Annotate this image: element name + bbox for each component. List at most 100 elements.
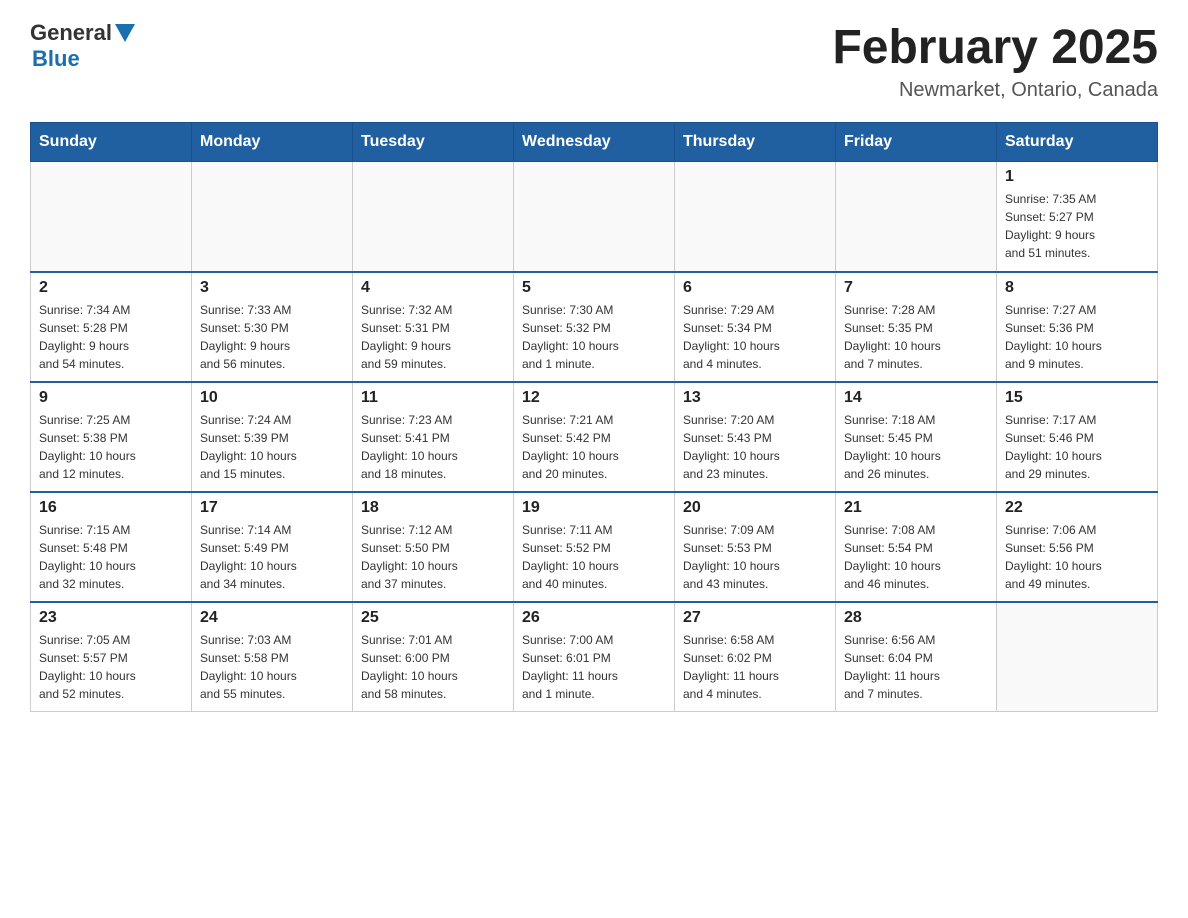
calendar-cell (353, 162, 514, 272)
calendar-cell: 21 Sunrise: 7:08 AM Sunset: 5:54 PM Dayli… (836, 492, 997, 602)
calendar-cell (836, 162, 997, 272)
calendar-cell (675, 162, 836, 272)
calendar-cell: 19 Sunrise: 7:11 AM Sunset: 5:52 PM Dayli… (514, 492, 675, 602)
calendar-cell: 25 Sunrise: 7:01 AM Sunset: 6:00 PM Dayli… (353, 602, 514, 712)
calendar-cell: 27 Sunrise: 6:58 AM Sunset: 6:02 PM Dayli… (675, 602, 836, 712)
calendar-cell: 7 Sunrise: 7:28 AM Sunset: 5:35 PM Daylig… (836, 272, 997, 382)
calendar-cell: 3Sunrise: 7:33 AM Sunset: 5:30 PM Daylig… (192, 272, 353, 382)
day-info: Sunrise: 7:06 AM Sunset: 5:56 PM Dayligh… (1005, 521, 1149, 593)
day-number: 27 (683, 609, 827, 627)
day-number: 6 (683, 279, 827, 297)
day-number: 8 (1005, 279, 1149, 297)
day-info: Sunrise: 7:21 AM Sunset: 5:42 PM Dayligh… (522, 411, 666, 483)
page-header: General Blue February 2025 Newmarket, On… (30, 20, 1158, 102)
calendar-cell (192, 162, 353, 272)
calendar-cell: 12 Sunrise: 7:21 AM Sunset: 5:42 PM Dayli… (514, 382, 675, 492)
calendar-week-row: 1Sunrise: 7:35 AM Sunset: 5:27 PM Daylig… (31, 162, 1158, 272)
calendar-cell: 18 Sunrise: 7:12 AM Sunset: 5:50 PM Dayli… (353, 492, 514, 602)
day-info: Sunrise: 7:01 AM Sunset: 6:00 PM Dayligh… (361, 631, 505, 703)
day-number: 25 (361, 609, 505, 627)
calendar-cell: 13 Sunrise: 7:20 AM Sunset: 5:43 PM Dayli… (675, 382, 836, 492)
day-number: 2 (39, 279, 183, 297)
location-text: Newmarket, Ontario, Canada (832, 79, 1158, 102)
day-number: 21 (844, 499, 988, 517)
calendar-cell: 8 Sunrise: 7:27 AM Sunset: 5:36 PM Daylig… (997, 272, 1158, 382)
calendar-header-row: SundayMondayTuesdayWednesdayThursdayFrid… (31, 123, 1158, 162)
calendar-cell: 6Sunrise: 7:29 AM Sunset: 5:34 PM Daylig… (675, 272, 836, 382)
logo-general-text: General (30, 20, 112, 46)
day-info: Sunrise: 7:15 AM Sunset: 5:48 PM Dayligh… (39, 521, 183, 593)
calendar-day-header: Wednesday (514, 123, 675, 162)
day-number: 15 (1005, 389, 1149, 407)
calendar-day-header: Sunday (31, 123, 192, 162)
day-info: Sunrise: 7:00 AM Sunset: 6:01 PM Dayligh… (522, 631, 666, 703)
calendar-cell: 5 Sunrise: 7:30 AM Sunset: 5:32 PM Daylig… (514, 272, 675, 382)
day-info: Sunrise: 7:20 AM Sunset: 5:43 PM Dayligh… (683, 411, 827, 483)
calendar-cell: 4Sunrise: 7:32 AM Sunset: 5:31 PM Daylig… (353, 272, 514, 382)
calendar-day-header: Saturday (997, 123, 1158, 162)
day-number: 26 (522, 609, 666, 627)
day-number: 24 (200, 609, 344, 627)
day-info: Sunrise: 7:09 AM Sunset: 5:53 PM Dayligh… (683, 521, 827, 593)
month-title: February 2025 (832, 20, 1158, 75)
day-info: Sunrise: 7:34 AM Sunset: 5:28 PM Dayligh… (39, 301, 183, 373)
calendar-cell: 9 Sunrise: 7:25 AM Sunset: 5:38 PM Daylig… (31, 382, 192, 492)
day-number: 23 (39, 609, 183, 627)
calendar-cell: 28 Sunrise: 6:56 AM Sunset: 6:04 PM Dayli… (836, 602, 997, 712)
logo-arrow-icon (115, 24, 135, 44)
calendar-cell: 10 Sunrise: 7:24 AM Sunset: 5:39 PM Dayli… (192, 382, 353, 492)
day-info: Sunrise: 7:24 AM Sunset: 5:39 PM Dayligh… (200, 411, 344, 483)
calendar-cell: 16 Sunrise: 7:15 AM Sunset: 5:48 PM Dayli… (31, 492, 192, 602)
day-number: 22 (1005, 499, 1149, 517)
title-section: February 2025 Newmarket, Ontario, Canada (832, 20, 1158, 102)
day-number: 11 (361, 389, 505, 407)
calendar-cell: 23 Sunrise: 7:05 AM Sunset: 5:57 PM Dayli… (31, 602, 192, 712)
day-number: 12 (522, 389, 666, 407)
calendar-cell: 17 Sunrise: 7:14 AM Sunset: 5:49 PM Dayli… (192, 492, 353, 602)
calendar-cell: 1Sunrise: 7:35 AM Sunset: 5:27 PM Daylig… (997, 162, 1158, 272)
day-number: 17 (200, 499, 344, 517)
day-number: 10 (200, 389, 344, 407)
day-number: 18 (361, 499, 505, 517)
day-info: Sunrise: 7:18 AM Sunset: 5:45 PM Dayligh… (844, 411, 988, 483)
day-info: Sunrise: 7:30 AM Sunset: 5:32 PM Dayligh… (522, 301, 666, 373)
day-info: Sunrise: 7:08 AM Sunset: 5:54 PM Dayligh… (844, 521, 988, 593)
day-info: Sunrise: 7:25 AM Sunset: 5:38 PM Dayligh… (39, 411, 183, 483)
day-info: Sunrise: 7:23 AM Sunset: 5:41 PM Dayligh… (361, 411, 505, 483)
day-number: 20 (683, 499, 827, 517)
day-info: Sunrise: 7:12 AM Sunset: 5:50 PM Dayligh… (361, 521, 505, 593)
day-number: 14 (844, 389, 988, 407)
day-info: Sunrise: 7:05 AM Sunset: 5:57 PM Dayligh… (39, 631, 183, 703)
day-number: 7 (844, 279, 988, 297)
day-number: 16 (39, 499, 183, 517)
calendar-week-row: 9 Sunrise: 7:25 AM Sunset: 5:38 PM Daylig… (31, 382, 1158, 492)
day-info: Sunrise: 7:11 AM Sunset: 5:52 PM Dayligh… (522, 521, 666, 593)
calendar-cell: 11 Sunrise: 7:23 AM Sunset: 5:41 PM Dayli… (353, 382, 514, 492)
day-number: 9 (39, 389, 183, 407)
calendar-cell (514, 162, 675, 272)
calendar-day-header: Monday (192, 123, 353, 162)
day-number: 5 (522, 279, 666, 297)
day-info: Sunrise: 7:17 AM Sunset: 5:46 PM Dayligh… (1005, 411, 1149, 483)
calendar-week-row: 2 Sunrise: 7:34 AM Sunset: 5:28 PM Daylig… (31, 272, 1158, 382)
calendar-week-row: 16 Sunrise: 7:15 AM Sunset: 5:48 PM Dayli… (31, 492, 1158, 602)
day-number: 13 (683, 389, 827, 407)
calendar-cell: 14 Sunrise: 7:18 AM Sunset: 5:45 PM Dayli… (836, 382, 997, 492)
calendar-cell: 22 Sunrise: 7:06 AM Sunset: 5:56 PM Dayli… (997, 492, 1158, 602)
day-info: Sunrise: 7:14 AM Sunset: 5:49 PM Dayligh… (200, 521, 344, 593)
day-info: Sunrise: 6:58 AM Sunset: 6:02 PM Dayligh… (683, 631, 827, 703)
day-info: Sunrise: 6:56 AM Sunset: 6:04 PM Dayligh… (844, 631, 988, 703)
day-number: 4 (361, 279, 505, 297)
calendar-cell: 26 Sunrise: 7:00 AM Sunset: 6:01 PM Dayli… (514, 602, 675, 712)
calendar-table: SundayMondayTuesdayWednesdayThursdayFrid… (30, 122, 1158, 712)
day-info: Sunrise: 7:35 AM Sunset: 5:27 PM Dayligh… (1005, 190, 1149, 262)
calendar-cell: 24Sunrise: 7:03 AM Sunset: 5:58 PM Dayli… (192, 602, 353, 712)
logo: General Blue (30, 20, 135, 72)
day-number: 28 (844, 609, 988, 627)
day-info: Sunrise: 7:28 AM Sunset: 5:35 PM Dayligh… (844, 301, 988, 373)
calendar-day-header: Thursday (675, 123, 836, 162)
calendar-cell: 2 Sunrise: 7:34 AM Sunset: 5:28 PM Daylig… (31, 272, 192, 382)
logo-blue-text: Blue (32, 46, 80, 71)
day-number: 19 (522, 499, 666, 517)
day-info: Sunrise: 7:27 AM Sunset: 5:36 PM Dayligh… (1005, 301, 1149, 373)
